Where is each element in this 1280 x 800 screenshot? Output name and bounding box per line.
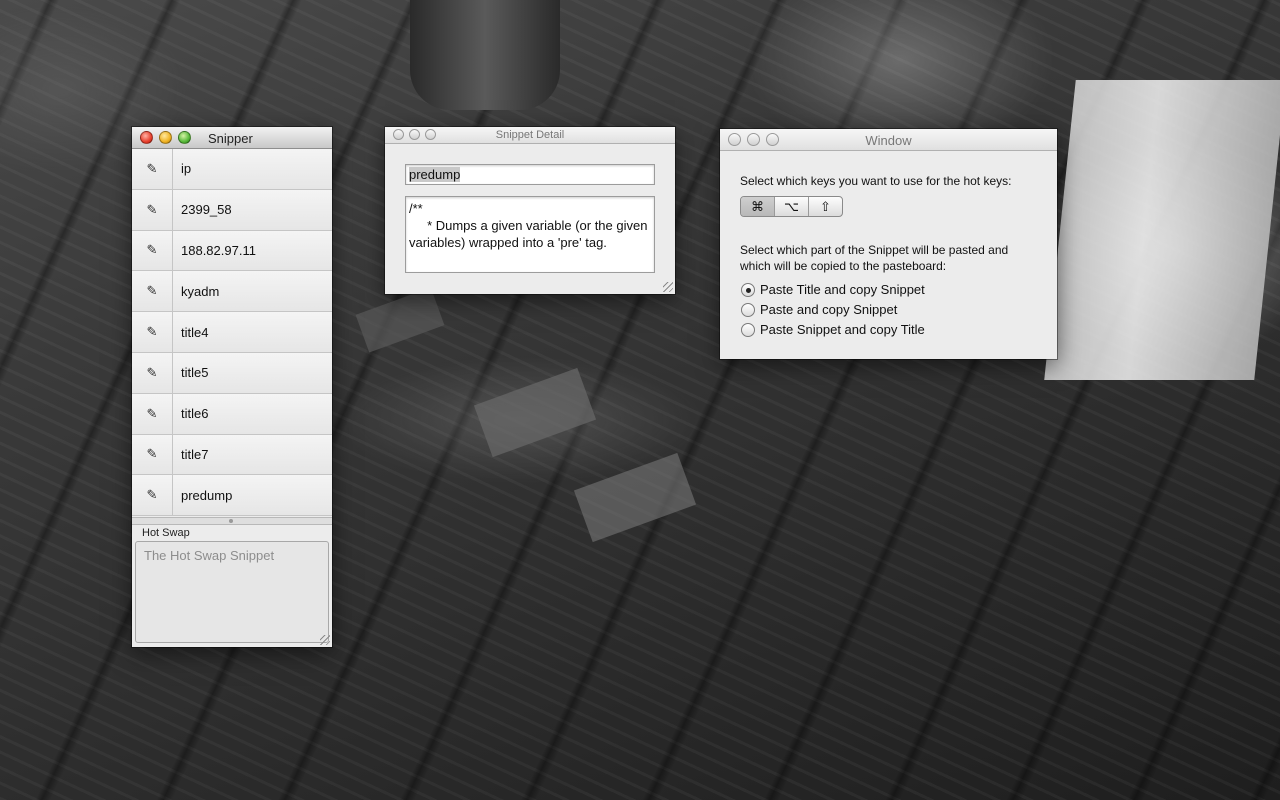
hotkey-modifier-selector: ⌘ ⌥ ⇧ — [740, 196, 843, 217]
snipper-titlebar[interactable]: Snipper — [132, 127, 332, 149]
zoom-button[interactable] — [178, 131, 191, 144]
wallpaper-button — [473, 367, 597, 458]
snippet-title: title7 — [181, 446, 209, 462]
snippet-title: title5 — [181, 365, 209, 381]
snippet-row[interactable]: ✎ predump — [132, 475, 332, 517]
hot-swap-label: Hot Swap — [142, 527, 190, 539]
hotkeys-prompt: Select which keys you want to use for th… — [740, 174, 1012, 188]
wallpaper-button — [573, 452, 697, 543]
pencil-icon[interactable]: ✎ — [132, 230, 173, 271]
prefs-titlebar[interactable]: Window — [720, 129, 1057, 151]
snippet-row[interactable]: ✎ ip — [132, 149, 332, 190]
snippet-row[interactable]: ✎ kyadm — [132, 271, 332, 313]
resize-grip-icon[interactable] — [663, 282, 673, 292]
option-label: Paste Title and copy Snippet — [760, 282, 925, 297]
snippet-title: kyadm — [181, 283, 220, 299]
snippet-title: predump — [181, 487, 233, 503]
minimize-button[interactable] — [159, 131, 172, 144]
snippet-row[interactable]: ✎ 2399_58 — [132, 189, 332, 231]
radio-button[interactable] — [741, 322, 755, 337]
window-title: Snippet Detail — [495, 129, 565, 141]
wallpaper-knob — [410, 0, 560, 110]
radio-button[interactable] — [741, 282, 755, 297]
snippet-row[interactable]: ✎ title5 — [132, 352, 332, 394]
radio-button[interactable] — [741, 302, 755, 317]
option-key-icon[interactable]: ⌥ — [775, 197, 809, 216]
pencil-icon[interactable]: ✎ — [132, 149, 173, 189]
paste-mode-option[interactable]: Paste Snippet and copy Title — [741, 322, 925, 337]
paste-prompt-line1: Select which part of the Snippet will be… — [740, 243, 1009, 257]
paste-mode-option[interactable]: Paste Title and copy Snippet — [741, 282, 925, 297]
snippet-title-text: predump — [409, 167, 461, 182]
detail-titlebar[interactable]: Snippet Detail — [385, 127, 675, 144]
preferences-window: Window Select which keys you want to use… — [720, 129, 1057, 359]
snippet-list: ✎ ip ✎ 2399_58 ✎ 188.82.97.11 ✎ kyadm ✎ title4 ✎ ti… — [132, 149, 332, 517]
snippet-body-field[interactable]: /** * Dumps a given variable (or the giv… — [405, 196, 655, 273]
snippet-title: title6 — [181, 406, 209, 422]
pencil-icon[interactable]: ✎ — [132, 352, 173, 393]
paste-mode-option[interactable]: Paste and copy Snippet — [741, 302, 897, 317]
wallpaper-fader — [1044, 80, 1280, 380]
option-label: Paste and copy Snippet — [760, 302, 898, 317]
pencil-icon[interactable]: ✎ — [132, 271, 173, 312]
snippet-detail-window: Snippet Detail predump /** * Dumps a giv… — [385, 127, 675, 294]
pencil-icon[interactable]: ✎ — [132, 475, 173, 516]
snippet-row[interactable]: ✎ title4 — [132, 312, 332, 353]
snippet-title: title4 — [181, 324, 209, 340]
pencil-icon[interactable]: ✎ — [132, 189, 173, 230]
snippet-title: ip — [181, 161, 192, 177]
snippet-row[interactable]: ✎ title6 — [132, 393, 332, 435]
window-title: Window — [865, 133, 912, 148]
paste-prompt-line2: which will be copied to the pasteboard: — [740, 259, 947, 273]
pencil-icon[interactable]: ✎ — [132, 312, 173, 352]
splitter-dot — [229, 519, 233, 523]
pencil-icon[interactable]: ✎ — [132, 393, 173, 434]
snippet-title: 2399_58 — [181, 202, 232, 218]
window-title: Snipper — [208, 131, 253, 146]
pencil-icon[interactable]: ✎ — [132, 434, 173, 475]
snippet-title: 188.82.97.11 — [181, 242, 256, 258]
wallpaper-button — [355, 287, 445, 353]
command-key-icon[interactable]: ⌘ — [741, 197, 775, 216]
splitter-handle[interactable] — [132, 517, 332, 525]
snippet-row[interactable]: ✎ title7 — [132, 434, 332, 476]
close-button[interactable] — [140, 131, 153, 144]
hot-swap-field[interactable]: The Hot Swap Snippet — [135, 541, 329, 643]
snippet-title-field[interactable]: predump — [405, 164, 655, 185]
snipper-window: Snipper ✎ ip ✎ 2399_58 ✎ 188.82.97.11 ✎ kyadm ✎ t… — [132, 127, 332, 647]
resize-grip-icon[interactable] — [320, 635, 330, 645]
option-label: Paste Snippet and copy Title — [760, 322, 925, 337]
window-controls — [140, 131, 191, 144]
snippet-row[interactable]: ✎ 188.82.97.11 — [132, 230, 332, 272]
shift-key-icon[interactable]: ⇧ — [809, 197, 842, 216]
